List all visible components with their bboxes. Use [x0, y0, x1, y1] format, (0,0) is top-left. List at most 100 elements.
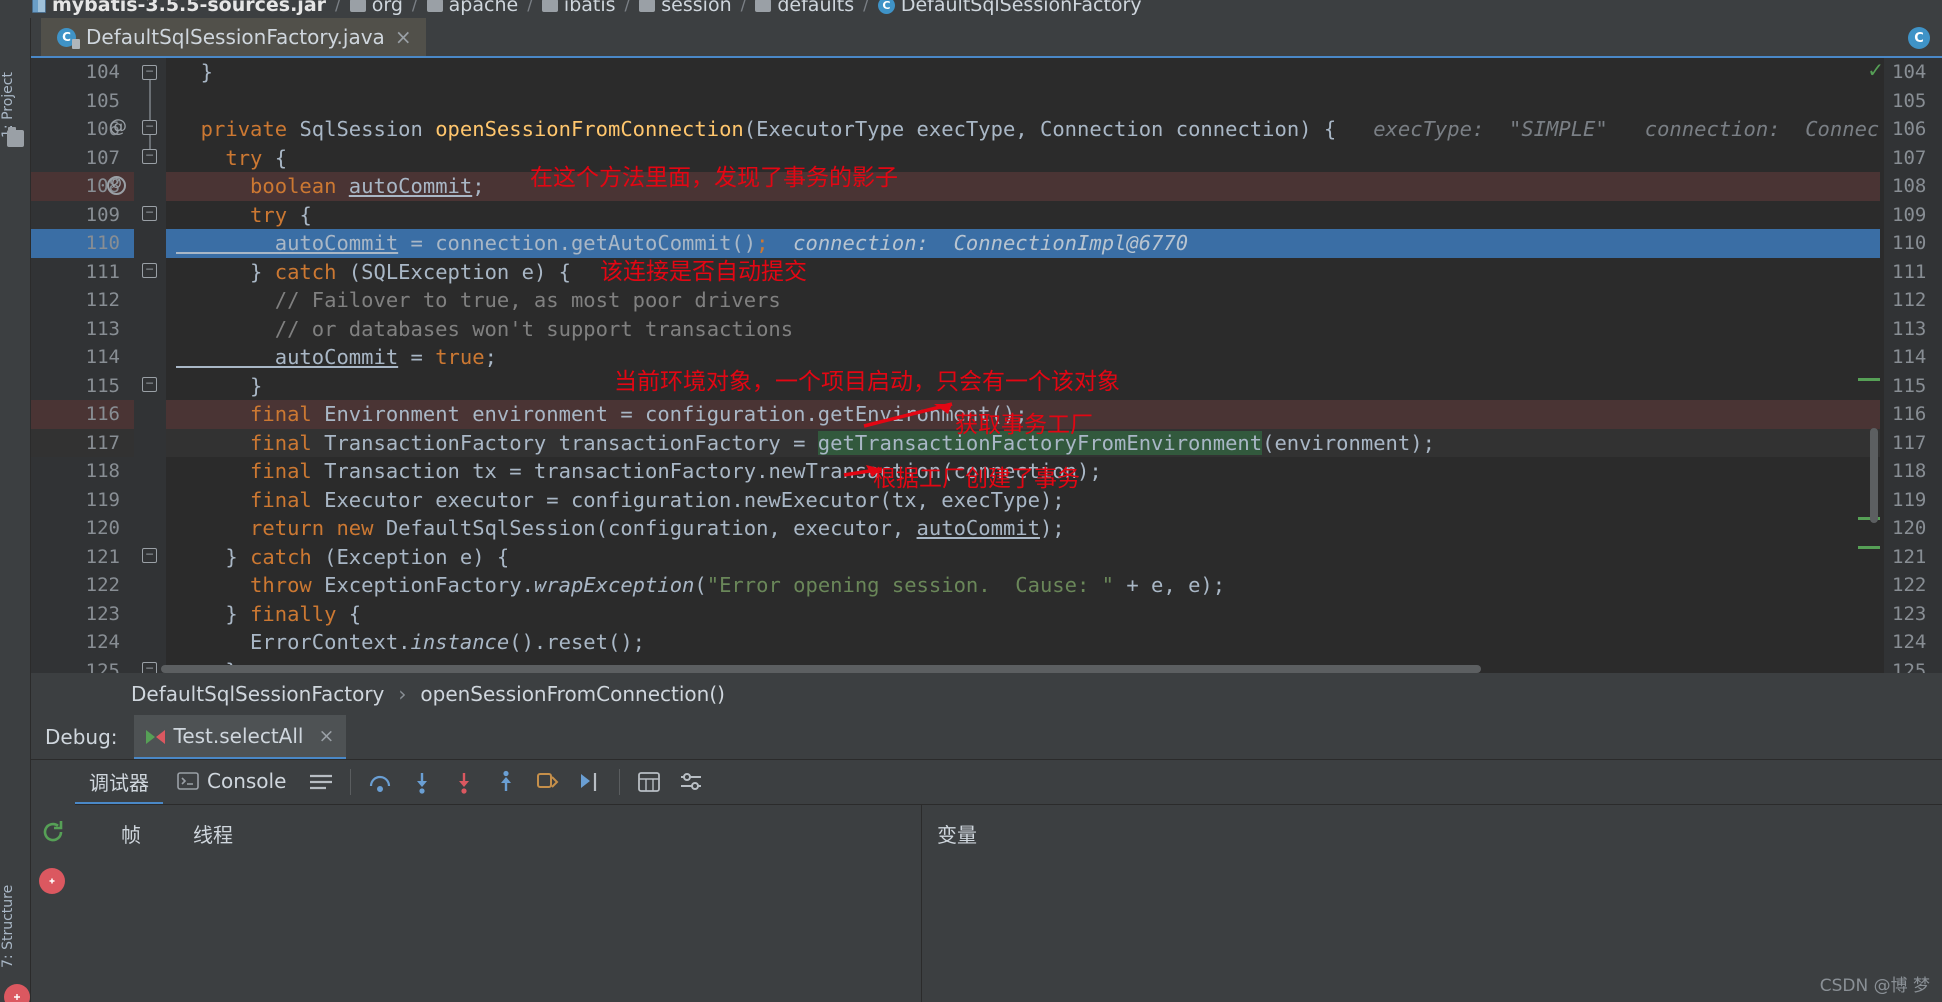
debug-title: Debug: — [45, 725, 118, 749]
breadcrumb-item-defaults[interactable]: defaults — [755, 0, 854, 16]
tab-defaultsqlsessionfactory[interactable]: C DefaultSqlSessionFactory.java × — [41, 18, 426, 58]
annotation-environment: 当前环境对象，一个项目启动，只会有一个该对象 — [614, 369, 1120, 395]
fold-expand-icon[interactable]: ─ — [142, 120, 157, 135]
line-number: 104 — [85, 61, 120, 83]
fold-collapse-icon[interactable]: ─ — [142, 377, 157, 392]
breadcrumb-separator: / — [624, 0, 631, 15]
code-line-106: private SqlSession openSessionFromConnec… — [176, 117, 1942, 141]
right-line-number: 124 — [1892, 631, 1927, 653]
arrow-to-transaction-factory-icon — [863, 402, 953, 428]
rerun-icon[interactable] — [39, 818, 67, 846]
evaluate-expression-icon[interactable] — [632, 765, 666, 799]
code-line-111: } catch (SQLException e) { — [176, 259, 571, 284]
calculator-glyph — [638, 772, 661, 792]
right-line-number: 108 — [1892, 175, 1927, 197]
code-line-114: autoCommit = true; — [176, 345, 497, 369]
code-line-122: throw ExceptionFactory.wrapException("Er… — [176, 573, 1226, 597]
fold-collapse-icon[interactable]: ─ — [142, 263, 157, 278]
editor-gutter[interactable]: 104 105 106 107 108 109 110 111 112 113 … — [31, 58, 134, 673]
breadcrumb-separator: / — [863, 0, 869, 15]
right-line-number: 125 — [1892, 659, 1927, 674]
line-number: 111 — [85, 260, 120, 283]
breadcrumb-item-session[interactable]: session — [639, 0, 732, 16]
breadcrumb-item-apache[interactable]: apache — [426, 0, 518, 16]
force-step-into-icon[interactable] — [447, 765, 481, 799]
toolbar-separator — [619, 769, 621, 795]
code-fold-column[interactable]: ─ ─ ─ ─ ─ ─ ─ ─ — [134, 58, 166, 673]
code-line-108: boolean autoCommit; — [176, 174, 485, 198]
class-icon[interactable]: C — [1908, 27, 1930, 49]
muted-breakpoint-icon[interactable]: Ø — [107, 176, 126, 195]
sidebar-item-project[interactable]: 1: Project — [0, 28, 31, 138]
code-line-104: } — [176, 60, 214, 84]
breadcrumb-item-ibatis[interactable]: ibatis — [541, 0, 616, 16]
folder-icon — [349, 0, 366, 12]
debug-pane-divider[interactable] — [921, 804, 922, 1002]
breadcrumb-item-jar[interactable]: mybatis-3.5.5-sources.jar — [32, 0, 326, 16]
step-into-glyph — [417, 773, 428, 794]
right-line-number: 121 — [1892, 545, 1927, 568]
watermark: CSDN @博 梦 — [1819, 976, 1930, 996]
right-line-number: 113 — [1892, 317, 1927, 340]
annotation-method-transaction: 在这个方法里面，发现了事务的影子 — [530, 165, 898, 191]
stop-icon[interactable] — [39, 868, 65, 894]
right-line-number: 110 — [1892, 232, 1927, 254]
hamburger-glyph — [310, 774, 333, 790]
menu-icon[interactable] — [304, 765, 338, 799]
folder-icon — [541, 0, 558, 12]
debug-tool-window: 调试器 Console 帧 线程 变量 — [31, 759, 1942, 1002]
folder-icon[interactable] — [7, 127, 24, 147]
step-over-icon[interactable] — [363, 765, 397, 799]
line-number: 125 — [85, 659, 120, 674]
close-icon[interactable]: × — [395, 25, 412, 49]
debug-indicator-icon[interactable] — [4, 984, 30, 1002]
line-number: 107 — [85, 146, 120, 169]
variables-column-header: 变量 — [937, 823, 977, 847]
debug-session-tab[interactable]: Test.selectAll × — [133, 715, 347, 759]
navigation-breadcrumb: DefaultSqlSessionFactory › openSessionFr… — [31, 673, 1942, 715]
horizontal-scrollbar[interactable] — [161, 665, 1481, 673]
step-into-icon[interactable] — [405, 765, 439, 799]
fold-collapse-icon[interactable]: ─ — [142, 662, 157, 673]
folder-icon — [755, 0, 772, 12]
editor-tab-bar: C DefaultSqlSessionFactory.java × C — [31, 18, 1942, 58]
right-line-number: 117 — [1892, 431, 1927, 454]
java-class-icon: C — [57, 27, 80, 49]
code-line-109: try { — [176, 202, 312, 227]
right-line-number: 114 — [1892, 346, 1927, 368]
settings-icon[interactable] — [674, 765, 708, 799]
right-line-number: 119 — [1892, 488, 1927, 511]
debug-session-label: Test.selectAll — [173, 724, 304, 748]
code-line-123: } finally { — [176, 601, 362, 626]
fold-collapse-icon[interactable]: ─ — [142, 548, 157, 563]
step-over-glyph — [370, 775, 391, 792]
vertical-scrollbar[interactable] — [1870, 428, 1878, 523]
drop-frame-icon[interactable] — [531, 765, 565, 799]
fold-expand-icon[interactable]: ─ — [142, 149, 157, 164]
run-to-cursor-icon[interactable] — [573, 765, 607, 799]
fold-expand-icon[interactable]: ─ — [142, 206, 157, 221]
tab-debugger[interactable]: 调试器 — [75, 760, 163, 804]
breadcrumb-separator: / — [740, 0, 747, 15]
annotation-autocommit: 该连接是否自动提交 — [600, 259, 807, 285]
breadcrumb-class[interactable]: DefaultSqlSessionFactory — [131, 682, 384, 706]
code-line-124: ErrorContext.instance().reset(); — [176, 630, 646, 654]
breadcrumb-item-class[interactable]: C DefaultSqlSessionFactory — [877, 0, 1142, 16]
code-line-112: // Failover to true, as most poor driver… — [176, 288, 781, 312]
tab-console[interactable]: Console — [163, 760, 300, 804]
line-number: 124 — [85, 631, 120, 653]
fold-collapse-icon[interactable]: ─ — [142, 65, 157, 80]
step-out-glyph — [501, 770, 512, 791]
breadcrumb-item-org[interactable]: org — [349, 0, 403, 16]
close-icon[interactable]: × — [318, 725, 334, 747]
breadcrumb-method[interactable]: openSessionFromConnection() — [420, 682, 725, 706]
line-number: 123 — [85, 602, 120, 625]
step-out-icon[interactable] — [489, 765, 523, 799]
debug-tool-window-header: Debug: Test.selectAll × — [31, 715, 1942, 759]
breadcrumb: mybatis-3.5.5-sources.jar / org / apache… — [0, 0, 1942, 18]
sidebar-item-structure[interactable]: 7: Structure — [0, 818, 31, 968]
breadcrumb-item-label: ibatis — [563, 0, 616, 16]
breadcrumb-item-label: DefaultSqlSessionFactory — [900, 0, 1142, 16]
console-icon — [177, 772, 199, 790]
